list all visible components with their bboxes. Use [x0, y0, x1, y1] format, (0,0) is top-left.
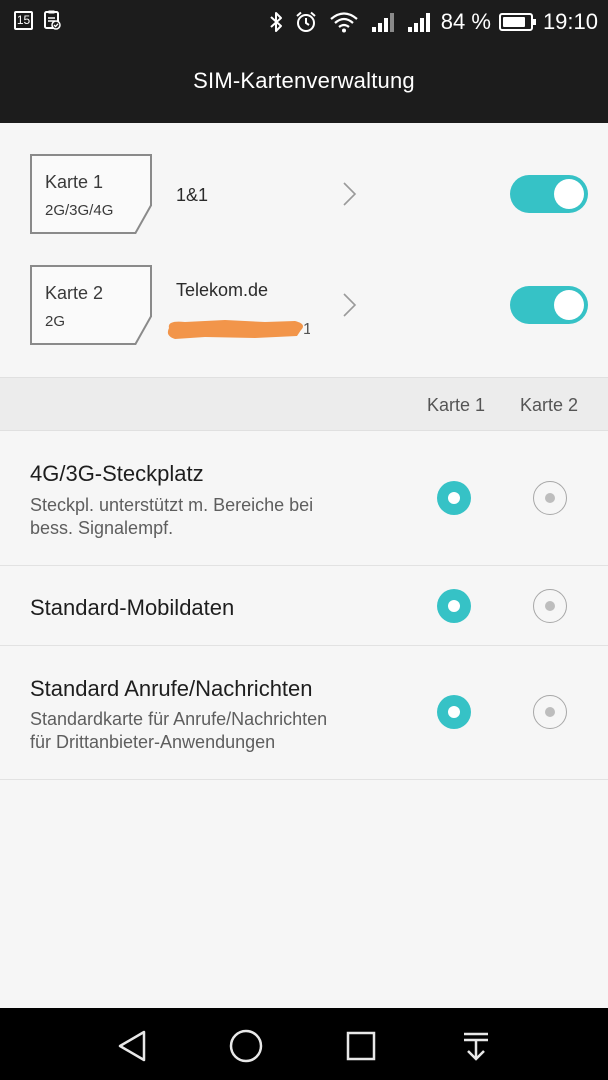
radio-karte-1[interactable]: [437, 695, 471, 729]
radio-karte-1[interactable]: [437, 481, 471, 515]
bluetooth-icon: [270, 12, 282, 32]
alarm-icon: [296, 11, 316, 32]
sim-card-network: 2G: [45, 313, 66, 330]
operator-name: Telekom.de: [176, 280, 269, 300]
setting-4g3g-slot: 4G/3G-Steckplatz Steckpl. unterstützt m.…: [0, 431, 608, 566]
home-icon[interactable]: [226, 1026, 266, 1066]
sim-card-name: Karte 2: [45, 283, 104, 303]
column-label-karte-2: Karte 2: [520, 395, 579, 415]
status-bar: 15 84 % 19:10: [0, 0, 608, 44]
sim-card-icon: Karte 1 2G/3G/4G: [30, 154, 152, 234]
wifi-icon: [330, 12, 358, 33]
sim-card-network: 2G/3G/4G: [45, 202, 114, 219]
setting-title: 4G/3G-Steckplatz: [30, 461, 204, 486]
clock: 19:10: [542, 9, 598, 34]
sim-card-icon: Karte 2 2G: [30, 265, 152, 345]
sim-card-name: Karte 1: [45, 172, 104, 192]
signal-icon: [371, 13, 394, 32]
recents-icon[interactable]: [341, 1026, 381, 1066]
battery-percent: 84 %: [440, 9, 491, 34]
navigation-bar: [0, 1008, 608, 1080]
setting-title: Standard Anrufe/Nachrichten: [30, 676, 313, 701]
setting-title: Standard-Mobildaten: [30, 595, 235, 620]
chevron-right-icon[interactable]: [340, 292, 358, 318]
signal-icon: [407, 13, 430, 32]
sim-row-karte-1[interactable]: Karte 1 2G/3G/4G 1&1: [0, 154, 608, 264]
column-header: Karte 1 Karte 2: [0, 377, 608, 431]
clipboard-icon: [44, 10, 61, 30]
setting-subtitle: Steckpl. unterstützt m. Bereiche bei bes…: [30, 495, 314, 538]
chevron-right-icon[interactable]: [340, 181, 358, 207]
calendar-icon: 15: [14, 10, 33, 30]
redacted-phone-number: 1: [167, 320, 310, 339]
setting-default-mobile-data: Standard-Mobildaten: [0, 566, 608, 646]
radio-karte-2[interactable]: [533, 481, 567, 515]
setting-subtitle: Standardkarte für Anrufe/Nachrichten für…: [30, 709, 328, 752]
radio-karte-1[interactable]: [437, 589, 471, 623]
page-title: SIM-Kartenverwaltung: [193, 68, 415, 93]
column-label-karte-1: Karte 1: [427, 395, 486, 415]
operator-name: 1&1: [176, 185, 209, 205]
back-icon[interactable]: [112, 1026, 152, 1066]
battery-icon: [498, 13, 536, 31]
sim-1-toggle[interactable]: [510, 175, 588, 213]
radio-karte-2[interactable]: [533, 589, 567, 623]
svg-text:1: 1: [303, 321, 310, 338]
radio-karte-2[interactable]: [533, 695, 567, 729]
setting-default-calls-messages: Standard Anrufe/Nachrichten Standardkart…: [0, 646, 608, 780]
notification-pull-icon[interactable]: [456, 1026, 496, 1066]
sim-2-toggle[interactable]: [510, 286, 588, 324]
